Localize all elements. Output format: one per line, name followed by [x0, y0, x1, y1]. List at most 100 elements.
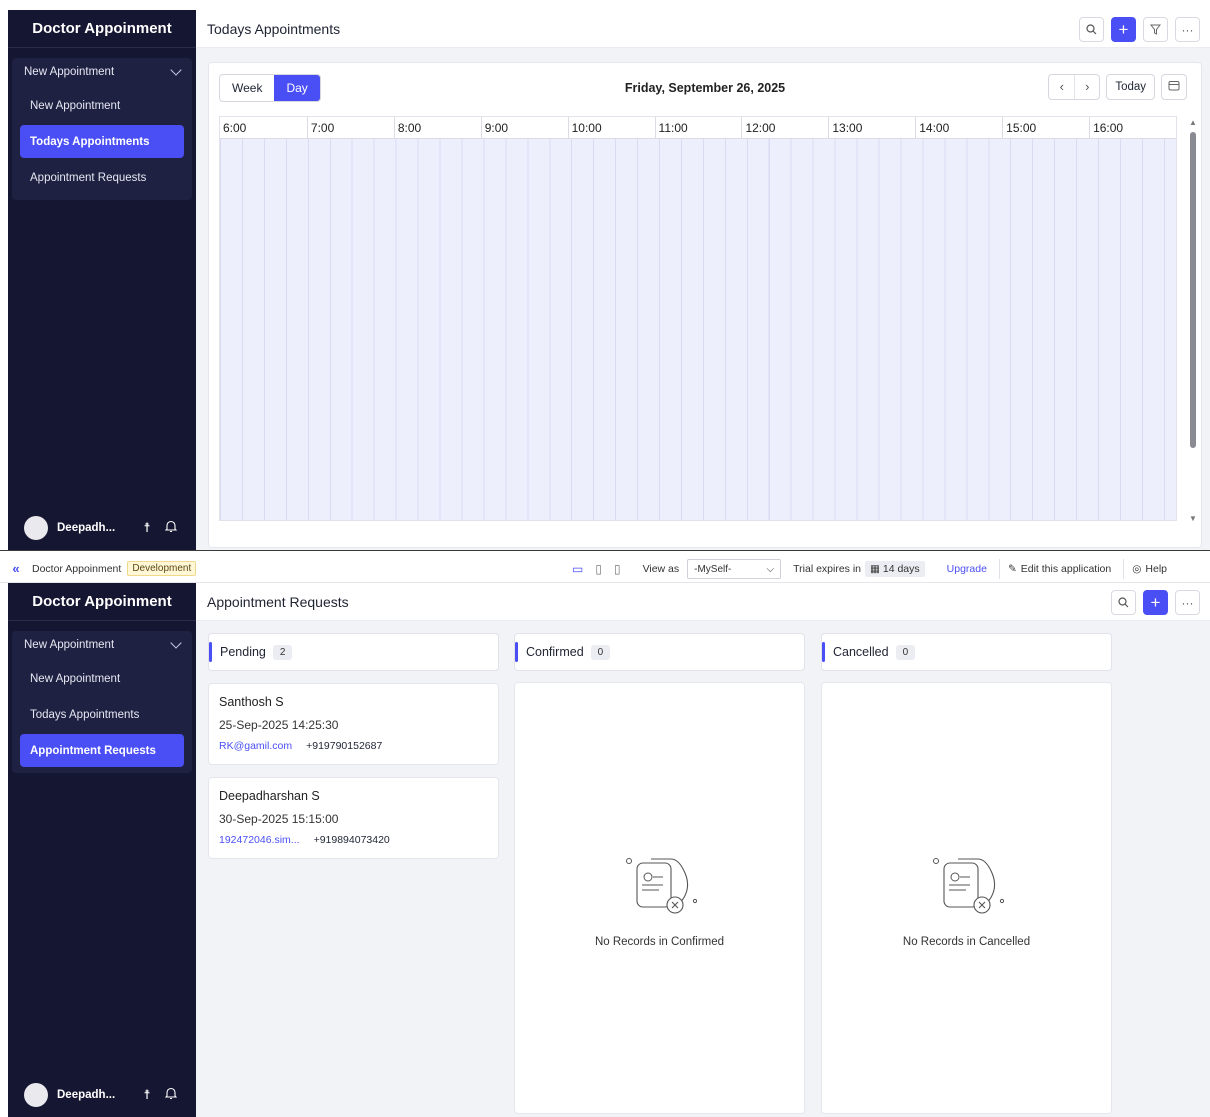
column-label: Pending [220, 645, 266, 659]
scrollbar[interactable]: ▲ ▼ [1189, 118, 1197, 523]
back-icon[interactable]: « [0, 561, 32, 576]
confirmed-empty-state: No Records in Confirmed [514, 682, 805, 1114]
sidebar: Doctor Appoinment New Appointment New Ap… [8, 10, 196, 550]
request-card[interactable]: Santhosh S 25-Sep-2025 14:25:30 RK@gamil… [208, 683, 499, 765]
desktop-icon[interactable]: ▭ [572, 562, 583, 576]
accessibility-icon[interactable]: ☨ [138, 1087, 156, 1103]
column-header[interactable]: Cancelled 0 [821, 633, 1112, 671]
time-slots[interactable] [220, 139, 1176, 520]
help-icon: ◎ [1132, 563, 1142, 575]
column-header[interactable]: Pending 2 [208, 633, 499, 671]
chevron-down-icon [170, 64, 182, 76]
today-button[interactable]: Today [1106, 74, 1155, 100]
view-as-value: -MySelf- [694, 563, 732, 575]
patient-name: Santhosh S [219, 695, 284, 709]
avatar [24, 516, 48, 540]
sidebar-item-todays-appointments[interactable]: Todays Appointments [20, 125, 184, 158]
view-as-label: View as [642, 563, 680, 575]
more-icon: ··· [1181, 595, 1194, 610]
bell-icon[interactable] [162, 520, 180, 536]
edit-application-label: Edit this application [1020, 563, 1112, 575]
hour-header: 6:00 7:00 8:00 9:00 10:00 11:00 12:00 13:00 14:0… [220, 117, 1176, 139]
request-card[interactable]: Deepadharshan S 30-Sep-2025 15:15:00 192… [208, 777, 499, 859]
filter-button[interactable] [1143, 17, 1168, 42]
search-button[interactable] [1079, 17, 1104, 42]
help-link[interactable]: ◎ Help [1123, 559, 1167, 579]
avatar [24, 1083, 48, 1107]
email-link[interactable]: 192472046.sim... [219, 834, 300, 846]
pencil-icon: ✎ [1007, 563, 1017, 575]
column-accent [209, 642, 212, 662]
env-badge: Development [127, 561, 197, 576]
appointment-datetime: 25-Sep-2025 14:25:30 [219, 718, 339, 732]
hour-label: 8:00 [393, 117, 481, 138]
card-meta: RK@gamil.com +919790152687 [219, 740, 488, 752]
sidebar-group-label: New Appointment [24, 66, 115, 78]
sidebar-group: New Appointment New Appointment Todays A… [12, 631, 192, 773]
page-header: Todays Appointments + ··· [196, 10, 1210, 48]
column-label: Cancelled [833, 645, 889, 659]
phone: +919894073420 [313, 834, 390, 846]
email-link[interactable]: RK@gamil.com [219, 740, 292, 752]
calendar-icon: ▦ [870, 563, 880, 575]
scroll-down-icon[interactable]: ▼ [1189, 514, 1197, 523]
user-profile[interactable]: Deepadh... ☨ [8, 506, 196, 550]
column-header[interactable]: Confirmed 0 [514, 633, 805, 671]
view-as: View as -MySelf- ⌵ [643, 559, 782, 579]
more-button[interactable]: ··· [1175, 17, 1200, 42]
column-label: Confirmed [526, 645, 584, 659]
sidebar-group: New Appointment New Appointment Todays A… [12, 58, 192, 200]
mobile-icon[interactable]: ▯ [614, 562, 621, 576]
page-header: Appointment Requests + ··· [196, 583, 1210, 621]
sidebar-item-new-appointment[interactable]: New Appointment [20, 89, 184, 122]
column-count: 0 [590, 644, 611, 660]
upgrade-link[interactable]: Upgrade [947, 563, 987, 575]
add-button[interactable]: + [1111, 17, 1136, 42]
empty-message: No Records in Cancelled [902, 936, 1031, 948]
hour-label: 6:00 [223, 121, 247, 135]
search-button[interactable] [1111, 590, 1136, 615]
column-count: 0 [895, 644, 916, 660]
plus-icon: + [1150, 592, 1161, 612]
scrollbar-thumb[interactable] [1190, 132, 1196, 448]
empty-message: No Records in Confirmed [594, 936, 725, 948]
scroll-up-icon[interactable]: ▲ [1189, 118, 1197, 127]
sidebar-group-header[interactable]: New Appointment [12, 58, 192, 86]
tablet-icon[interactable]: ▯ [595, 562, 602, 576]
trial-days-value: 14 days [882, 563, 920, 575]
edit-application-link[interactable]: ✎ Edit this application [998, 559, 1112, 579]
patient-name: Deepadharshan S [219, 789, 320, 803]
column-confirmed: Confirmed 0 [514, 633, 805, 671]
header-actions: + ··· [1079, 17, 1200, 42]
chevron-right-icon[interactable]: › [1074, 75, 1099, 99]
add-button[interactable]: + [1143, 590, 1168, 615]
trial-days: ▦ 14 days [865, 561, 925, 577]
hour-label: 15:00 [1002, 117, 1089, 138]
cancelled-empty-state: No Records in Cancelled [821, 682, 1112, 1114]
sidebar-group-label: New Appointment [24, 639, 115, 651]
app-title: Doctor Appoinment [8, 10, 196, 48]
sidebar-item-new-appointment[interactable]: New Appointment [20, 662, 184, 695]
column-accent [822, 642, 825, 662]
calendar-nav: ‹ › Today [1048, 74, 1187, 100]
sidebar-item-todays-appointments[interactable]: Todays Appointments [20, 698, 184, 731]
sidebar-item-appointment-requests[interactable]: Appointment Requests [20, 734, 184, 767]
view-as-select[interactable]: -MySelf- ⌵ [687, 559, 782, 579]
sidebar-group-header[interactable]: New Appointment [12, 631, 192, 659]
trial-info: Trial expires in ▦ 14 days [793, 561, 925, 577]
bell-icon[interactable] [162, 1087, 180, 1103]
calendar-icon[interactable] [1161, 74, 1187, 100]
builder-topbar: « Doctor Appoinment Development ▭ ▯ ▯ Vi… [0, 555, 1210, 583]
page-title: Appointment Requests [207, 593, 349, 610]
chevron-left-icon[interactable]: ‹ [1049, 75, 1074, 99]
sidebar-item-appointment-requests[interactable]: Appointment Requests [20, 161, 184, 194]
no-records-icon [933, 858, 1004, 914]
hour-label: 14:00 [915, 117, 1002, 138]
user-profile[interactable]: Deepadh... ☨ [8, 1073, 196, 1117]
accessibility-icon[interactable]: ☨ [138, 520, 156, 536]
chevron-down-icon [170, 637, 182, 649]
help-label: Help [1145, 563, 1168, 575]
page-title: Todays Appointments [207, 20, 341, 37]
more-button[interactable]: ··· [1175, 590, 1200, 615]
hour-label: 9:00 [480, 117, 568, 138]
